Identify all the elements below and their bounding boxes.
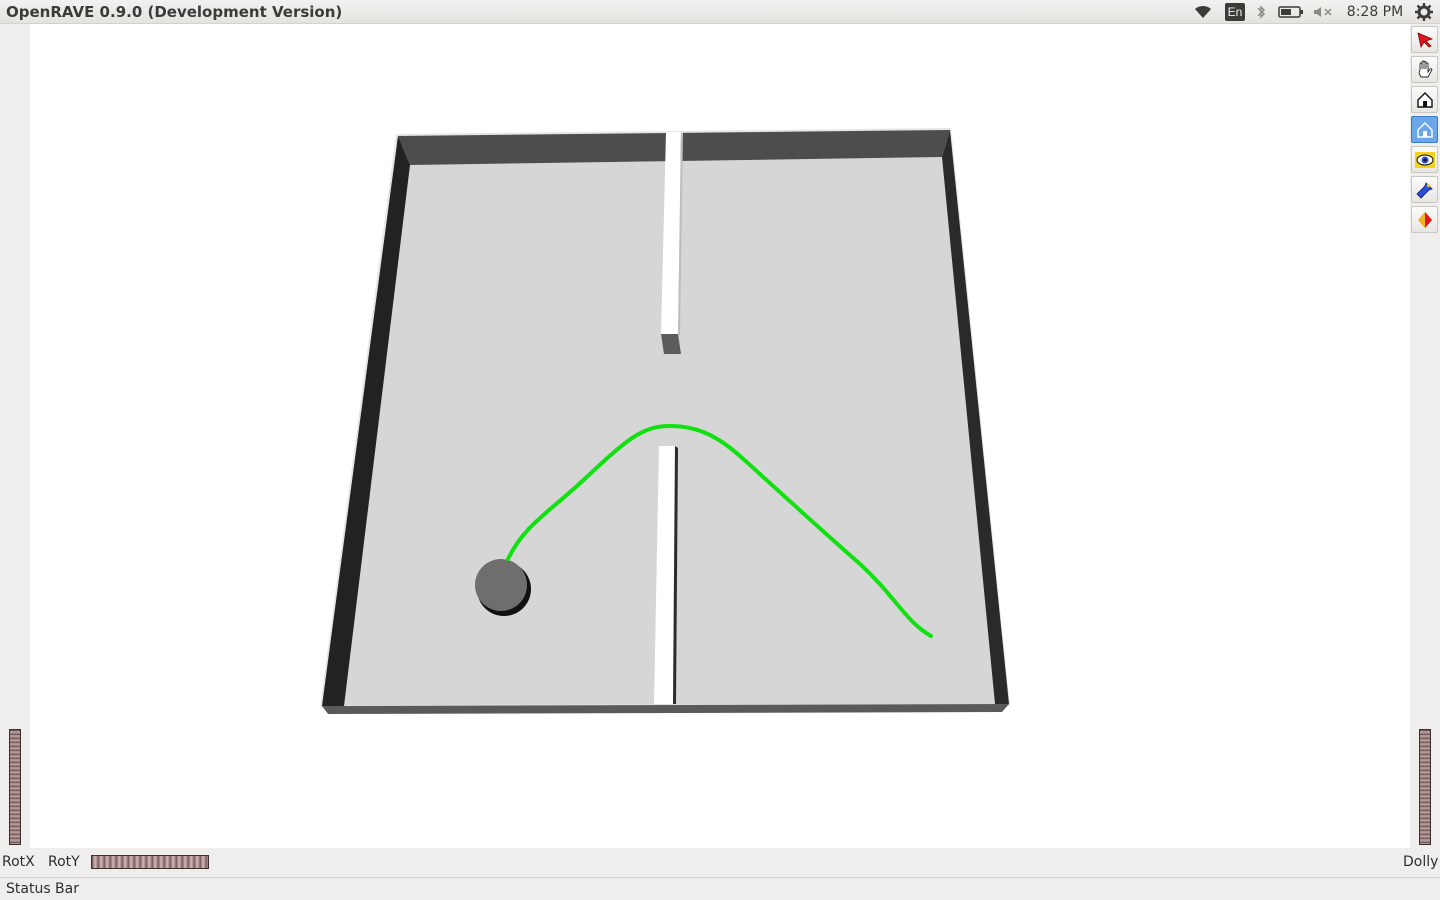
rotx-label: RotX xyxy=(2,854,35,870)
dolly-wheel[interactable] xyxy=(1419,729,1431,845)
window-title: OpenRAVE 0.9.0 (Development Version) xyxy=(6,3,343,21)
home-view-button[interactable] xyxy=(1411,86,1438,113)
clock[interactable]: 8:28 PM xyxy=(1344,0,1406,24)
3d-viewport[interactable] xyxy=(30,24,1410,848)
select-tool-button[interactable] xyxy=(1411,26,1438,53)
power-gear-icon[interactable] xyxy=(1412,0,1436,24)
perspective-toggle-button[interactable] xyxy=(1411,206,1438,233)
hand-icon xyxy=(1418,60,1432,77)
view-all-button[interactable] xyxy=(1411,146,1438,173)
obstacle-upper-end xyxy=(661,334,681,354)
status-bar: Status Bar xyxy=(0,877,1440,900)
flashlight-icon xyxy=(1415,181,1433,199)
top-panel: OpenRAVE 0.9.0 (Development Version) En … xyxy=(0,0,1440,24)
volume-muted-icon[interactable] xyxy=(1310,0,1336,24)
battery-icon[interactable] xyxy=(1276,0,1306,24)
cube-icon xyxy=(1417,211,1432,228)
wifi-icon[interactable] xyxy=(1190,0,1216,24)
dolly-label: Dolly xyxy=(1403,854,1439,870)
clock-text: 8:28 PM xyxy=(1346,4,1404,20)
home-icon xyxy=(1416,91,1433,108)
language-icon[interactable]: En xyxy=(1222,0,1248,24)
rotx-wheel[interactable] xyxy=(9,729,21,845)
language-label: En xyxy=(1224,3,1246,21)
status-text: Status Bar xyxy=(6,881,80,897)
pan-tool-button[interactable] xyxy=(1411,56,1438,83)
robot[interactable] xyxy=(475,559,527,611)
eye-icon xyxy=(1414,151,1435,168)
set-home-icon xyxy=(1416,121,1433,138)
bluetooth-icon[interactable] xyxy=(1252,0,1270,24)
scene-canvas[interactable] xyxy=(30,24,1410,848)
pick-arrow-icon xyxy=(1416,31,1433,48)
seek-tool-button[interactable] xyxy=(1411,176,1438,203)
roty-wheel[interactable] xyxy=(91,855,209,869)
roty-label: RotY xyxy=(48,854,80,870)
left-wheel-panel xyxy=(0,24,30,848)
set-home-view-button[interactable] xyxy=(1411,116,1438,143)
